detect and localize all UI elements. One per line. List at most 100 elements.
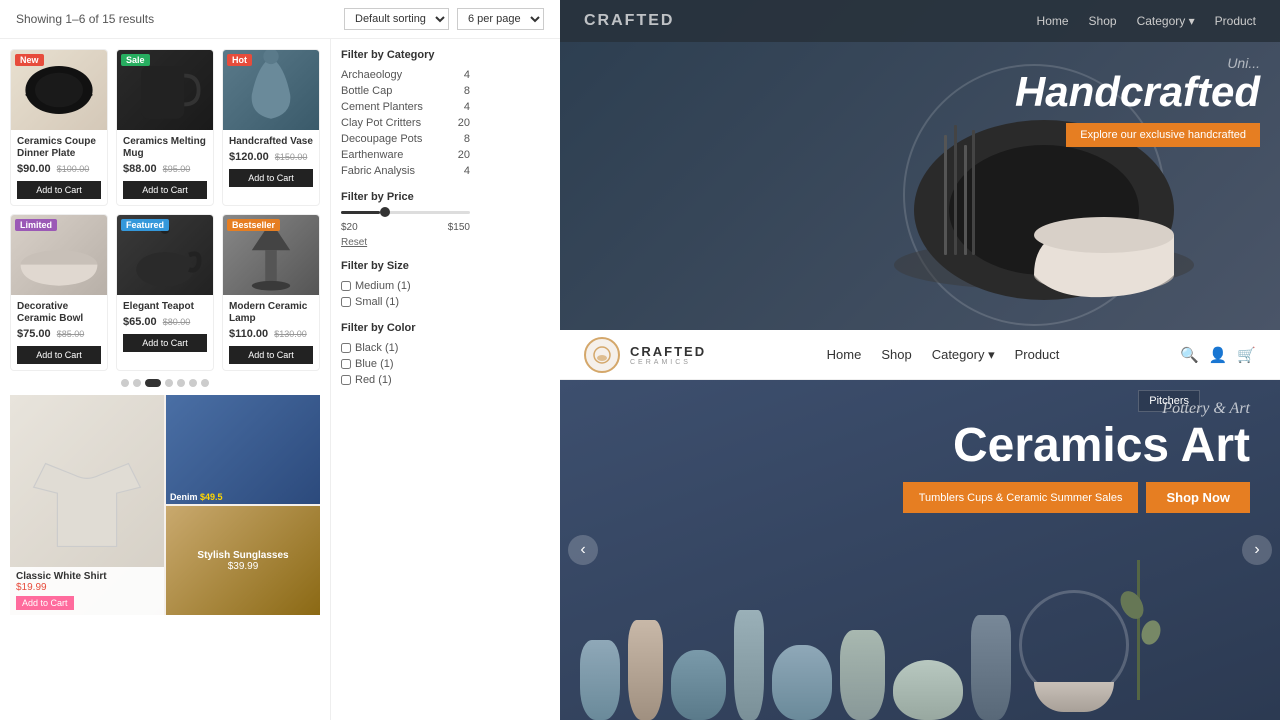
- hero-top: CRAFTED Home Shop Category ▾ Product Uni…: [560, 0, 1280, 330]
- size-small-checkbox[interactable]: [341, 297, 351, 307]
- filter-item[interactable]: Clay Pot Critters20: [341, 115, 470, 131]
- add-to-cart-button[interactable]: Add to Cart: [229, 346, 313, 364]
- product-image: Featured: [117, 215, 213, 295]
- page-dot[interactable]: [121, 379, 129, 387]
- page-dot[interactable]: [165, 379, 173, 387]
- product-image: New: [11, 50, 107, 130]
- badge-featured: Featured: [121, 219, 169, 231]
- filter-category-title: Filter by Category: [341, 49, 470, 61]
- top-hero-nav: Home Shop Category ▾ Product: [1037, 14, 1256, 28]
- badge-hot: Hot: [227, 54, 252, 66]
- product-price: $88.00 $95.00: [123, 163, 207, 175]
- search-icon[interactable]: 🔍: [1180, 346, 1199, 364]
- filter-item[interactable]: Cement Planters4: [341, 99, 470, 115]
- ceramics-nav-shop[interactable]: Shop: [881, 347, 911, 362]
- add-to-cart-button[interactable]: Add to Cart: [229, 169, 313, 187]
- product-name: Modern Ceramic Lamp: [229, 301, 313, 325]
- page-dot[interactable]: [133, 379, 141, 387]
- right-panel: CRAFTED Home Shop Category ▾ Product Uni…: [560, 0, 1280, 720]
- product-card: Limited Decorative Ceramic Bowl $75.00 $…: [10, 214, 108, 371]
- badge-limited: Limited: [15, 219, 57, 231]
- cart-icon[interactable]: 🛒: [1237, 346, 1256, 364]
- product-info: Decorative Ceramic Bowl $75.00 $85.00: [11, 295, 107, 346]
- filter-item[interactable]: Decoupage Pots8: [341, 131, 470, 147]
- product-card: Sale Ceramics Melting Mug $88.00 $95.00 …: [116, 49, 214, 206]
- page-dot[interactable]: [201, 379, 209, 387]
- product-info: Ceramics Melting Mug $88.00 $95.00: [117, 130, 213, 181]
- carousel-next-button[interactable]: ›: [1242, 535, 1272, 565]
- pot: [893, 660, 963, 720]
- nav-product[interactable]: Product: [1215, 14, 1256, 28]
- shop-now-button[interactable]: Shop Now: [1146, 482, 1250, 513]
- add-to-cart-button[interactable]: Add to Cart: [17, 346, 101, 364]
- nav-home[interactable]: Home: [1037, 14, 1069, 28]
- ceramics-header: CRAFTED CERAMICS Home Shop Category ▾ Pr…: [560, 330, 1280, 380]
- add-to-cart-small[interactable]: Add to Cart: [16, 596, 74, 610]
- filter-size-small[interactable]: Small (1): [341, 294, 470, 310]
- pot: [840, 630, 885, 720]
- filter-size-title: Filter by Size: [341, 260, 470, 272]
- showing-results: Showing 1–6 of 15 results: [16, 12, 154, 26]
- product-card: Hot Handcrafted Vase $120.00 $150.00 Add…: [222, 49, 320, 206]
- color-blue-checkbox[interactable]: [341, 359, 351, 369]
- filter-item[interactable]: Fabric Analysis4: [341, 163, 470, 179]
- logo-text-group: CRAFTED CERAMICS: [630, 344, 706, 366]
- badge-bestseller: Bestseller: [227, 219, 280, 231]
- reset-link[interactable]: Reset: [341, 237, 470, 248]
- filter-color-blue[interactable]: Blue (1): [341, 356, 470, 372]
- pot: [628, 620, 663, 720]
- page-dot-active[interactable]: [145, 379, 161, 387]
- ceramics-title: Ceramics Art: [903, 422, 1250, 470]
- badge-new: New: [15, 54, 44, 66]
- filter-item[interactable]: Archaeology4: [341, 67, 470, 83]
- ceramics-nav-product[interactable]: Product: [1015, 347, 1060, 362]
- thumb-shirt[interactable]: Classic White Shirt $19.99 Add to Cart: [10, 395, 164, 615]
- ceramics-cta: Tumblers Cups & Ceramic Summer Sales Sho…: [903, 482, 1250, 513]
- product-card: New Ceramics Coupe Dinner Plate $90.00 $…: [10, 49, 108, 206]
- brand-name: CRAFTED: [630, 344, 706, 359]
- decorative-circle: [1019, 590, 1129, 700]
- thumb-collage: Denim $49.5 Stylish Sunglasses $39.99: [166, 395, 320, 615]
- filter-color-red[interactable]: Red (1): [341, 372, 470, 388]
- add-to-cart-button[interactable]: Add to Cart: [123, 334, 207, 352]
- product-info: Handcrafted Vase $120.00 $150.00: [223, 130, 319, 169]
- size-medium-checkbox[interactable]: [341, 281, 351, 291]
- product-info: Ceramics Coupe Dinner Plate $90.00 $100.…: [11, 130, 107, 181]
- page-dot[interactable]: [189, 379, 197, 387]
- ceramics-nav-home[interactable]: Home: [827, 347, 862, 362]
- brand-sub: CERAMICS: [630, 359, 706, 366]
- product-grid-section: New Ceramics Coupe Dinner Plate $90.00 $…: [0, 39, 330, 720]
- product-image: Limited: [11, 215, 107, 295]
- pot: [580, 640, 620, 720]
- add-to-cart-button[interactable]: Add to Cart: [17, 181, 101, 199]
- per-page-select[interactable]: 6 per page: [457, 8, 544, 30]
- thumb-denim[interactable]: Denim $49.5: [166, 395, 320, 504]
- product-card: Featured Elegant Teapot $65.00 $80.00 Ad…: [116, 214, 214, 371]
- pot: [772, 645, 832, 720]
- filter-item[interactable]: Bottle Cap8: [341, 83, 470, 99]
- product-grid: New Ceramics Coupe Dinner Plate $90.00 $…: [10, 49, 320, 371]
- carousel-prev-button[interactable]: ‹: [568, 535, 598, 565]
- explore-handcrafted-button[interactable]: Explore our exclusive handcrafted: [1066, 123, 1260, 147]
- color-black-checkbox[interactable]: [341, 343, 351, 353]
- tumblers-button[interactable]: Tumblers Cups & Ceramic Summer Sales: [903, 482, 1139, 513]
- filter-size-medium[interactable]: Medium (1): [341, 278, 470, 294]
- add-to-cart-button[interactable]: Add to Cart: [123, 181, 207, 199]
- page-dot[interactable]: [177, 379, 185, 387]
- color-red-checkbox[interactable]: [341, 375, 351, 385]
- product-image: Sale: [117, 50, 213, 130]
- nav-category[interactable]: Category ▾: [1137, 14, 1195, 28]
- product-image: Bestseller: [223, 215, 319, 295]
- thumb-sunglasses[interactable]: Stylish Sunglasses $39.99: [166, 506, 320, 615]
- nav-shop[interactable]: Shop: [1089, 14, 1117, 28]
- price-slider[interactable]: [341, 211, 470, 214]
- ceramics-hero: Pitchers Pottery & Art Ceramics Art Tumb…: [560, 380, 1280, 720]
- filter-item[interactable]: Earthenware20: [341, 147, 470, 163]
- ceramics-nav-category[interactable]: Category ▾: [932, 347, 995, 363]
- product-price: $120.00 $150.00: [229, 151, 313, 163]
- sort-select[interactable]: Default sorting: [344, 8, 449, 30]
- filter-color-black[interactable]: Black (1): [341, 340, 470, 356]
- top-hero-logo: CRAFTED: [584, 12, 674, 30]
- pot: [971, 615, 1011, 720]
- user-icon[interactable]: 👤: [1209, 346, 1228, 364]
